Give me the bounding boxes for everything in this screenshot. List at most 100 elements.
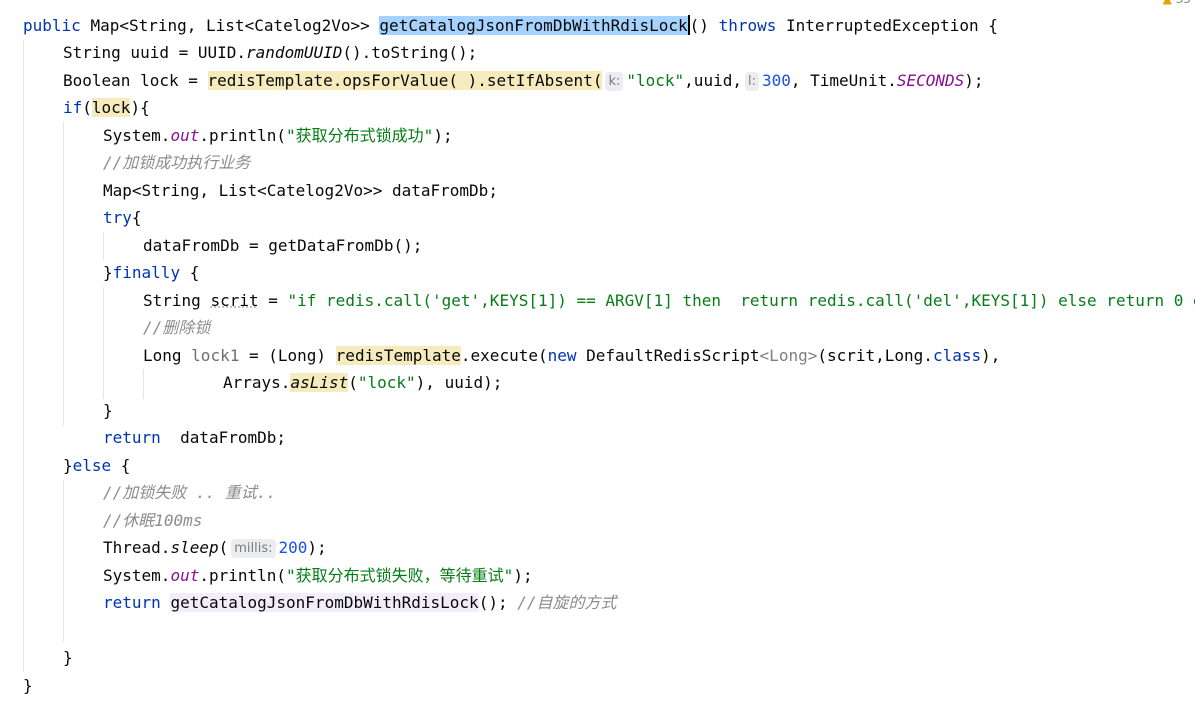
code-text: ().toString(); (342, 43, 478, 62)
string-literal: "获取分布式锁失败，等待重试" (286, 566, 514, 585)
code-text: ( (218, 538, 229, 557)
code-text: String (143, 291, 211, 310)
string-literal: "lock" (626, 71, 685, 90)
code-text: ); (964, 71, 984, 90)
code-line-15[interactable]: } (103, 397, 113, 424)
code-text: = (Long) (239, 346, 336, 365)
string-literal: "获取分布式锁成功" (286, 126, 434, 145)
code-text: String uuid = UUID. (63, 43, 247, 62)
static-method: sleep (170, 538, 219, 557)
return-type: Map<String, List<Catelog2Vo>> (90, 16, 380, 35)
unused-variable: lock1 (191, 346, 240, 365)
code-line-7[interactable]: Map<String, List<Catelog2Vo>> dataFromDb… (103, 177, 498, 204)
indent-guide (143, 369, 144, 399)
code-text: (); (478, 593, 518, 612)
code-text: , TimeUnit. (790, 71, 897, 90)
param-hint: l: (744, 72, 759, 91)
comment: //删除锁 (143, 318, 211, 337)
code-text: { (180, 263, 200, 282)
code-line-25[interactable]: } (23, 672, 33, 699)
keyword: finally (112, 263, 181, 282)
comment: //自旋的方式 (517, 593, 617, 612)
code-line-19[interactable]: //休眠100ms (103, 507, 202, 534)
keyword: return (103, 428, 161, 447)
code-line-6[interactable]: //加锁成功执行业务 (103, 149, 250, 176)
string-literal: "if redis.call('get',KEYS[1]) == ARGV[1]… (287, 291, 1195, 310)
warning-triangle-icon: ▲ (1163, 0, 1172, 6)
code-text: } (23, 676, 33, 695)
field-usage-highlight: redisTemplate (335, 346, 461, 365)
variable-usage-highlight: lock (91, 98, 131, 117)
code-text: ); (307, 538, 327, 557)
indent-guide (23, 40, 24, 672)
code-line-21[interactable]: System.out.println("获取分布式锁失败，等待重试"); (103, 562, 533, 589)
string-literal: "lock" (357, 373, 416, 392)
code-line-2[interactable]: String uuid = UUID.randomUUID().toString… (63, 39, 477, 66)
code-text: } (103, 263, 113, 282)
code-line-17[interactable]: }else { (63, 452, 130, 479)
code-text: } (103, 401, 113, 420)
code-line-14[interactable]: Arrays.asList("lock"), uuid); (223, 369, 502, 396)
indent-guide (63, 480, 64, 642)
code-text: System. (103, 566, 171, 585)
code-line-16[interactable]: return dataFromDb; (103, 424, 286, 451)
keyword: throws (718, 16, 777, 35)
code-line-10[interactable]: }finally { (103, 259, 199, 286)
code-text: } (63, 648, 73, 667)
enum-constant: SECONDS (896, 71, 965, 90)
code-text: Arrays. (223, 373, 291, 392)
code-line-11[interactable]: String scrit = "if redis.call('get',KEYS… (143, 287, 1195, 314)
code-text: DefaultRedisScript (576, 346, 760, 365)
code-text: Map<String, List<Catelog2Vo>> dataFromDb… (103, 181, 498, 200)
code-text: dataFromDb = getDataFromDb(); (143, 236, 423, 255)
code-line-9[interactable]: dataFromDb = getDataFromDb(); (143, 232, 422, 259)
static-method-highlight: asList (290, 373, 349, 392)
code-text: Long (143, 346, 192, 365)
code-line-4[interactable]: if(lock){ (63, 94, 150, 121)
keyword: new (547, 346, 577, 365)
code-text: ); (433, 126, 453, 145)
static-field: out (170, 566, 200, 585)
code-line-12[interactable]: //删除锁 (143, 314, 210, 341)
keyword: try (103, 208, 132, 227)
code-text: ){ (130, 98, 150, 117)
code-text: .execute( (460, 346, 548, 365)
indent-guide (103, 232, 104, 260)
indent-guide (63, 122, 64, 426)
static-method: randomUUID (246, 43, 343, 62)
inspection-widget[interactable]: ▲ 35 (1163, 0, 1191, 6)
keyword: class (932, 346, 982, 365)
code-text: ); (513, 566, 533, 585)
code-text: Thread. (103, 538, 171, 557)
code-text: System. (103, 126, 171, 145)
code-text: { (131, 208, 142, 227)
number-literal: 300 (761, 71, 791, 90)
code-text: ), uuid); (415, 373, 503, 392)
code-text: } (63, 456, 73, 475)
code-line-24[interactable]: } (63, 644, 73, 671)
field-name: redisTemplate (207, 71, 333, 90)
keyword: return (103, 593, 161, 612)
code-text: ( (348, 373, 358, 392)
keyword: else (72, 456, 112, 475)
code-text: dataFromDb; (160, 428, 287, 447)
code-text: .println( (199, 126, 287, 145)
code-line-18[interactable]: //加锁失败 .. 重试.. (103, 479, 276, 506)
param-hint: k: (605, 72, 624, 91)
code-line-1[interactable]: public Map<String, List<Catelog2Vo>> get… (23, 12, 998, 39)
indent-guide (103, 287, 104, 399)
recursive-call-highlight: getCatalogJsonFromDbWithRdisLock (170, 593, 479, 612)
code-line-13[interactable]: Long lock1 = (Long) redisTemplate.execut… (143, 342, 1000, 369)
code-line-5[interactable]: System.out.println("获取分布式锁成功"); (103, 122, 453, 149)
code-text: Boolean lock = (63, 71, 208, 90)
code-editor[interactable]: ▲ 35 public Map<String, List<Catelog2Vo>… (0, 0, 1195, 719)
exception-type: InterruptedException { (776, 16, 998, 35)
code-line-22[interactable]: return getCatalogJsonFromDbWithRdisLock(… (103, 589, 617, 616)
code-line-3[interactable]: Boolean lock = redisTemplate.opsForValue… (63, 67, 984, 94)
code-text: ( (82, 98, 92, 117)
params: () (689, 16, 719, 35)
code-line-20[interactable]: Thread.sleep(millis: 200); (103, 534, 327, 561)
code-line-8[interactable]: try{ (103, 204, 142, 231)
static-field: out (170, 126, 200, 145)
method-name-selected[interactable]: getCatalogJsonFromDbWithRdisLock (379, 16, 688, 35)
